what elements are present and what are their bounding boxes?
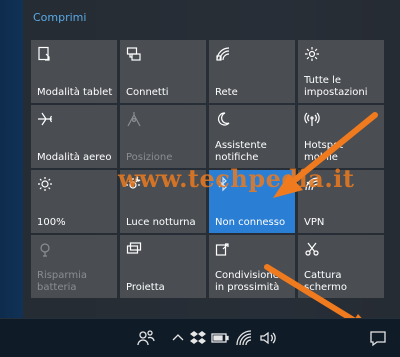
volume-icon[interactable] [258, 328, 278, 348]
wifi-icon[interactable] [234, 328, 254, 348]
chevron-up-icon[interactable] [168, 328, 188, 348]
network-icon [215, 46, 231, 62]
annotation-arrow-bluetooth [273, 112, 378, 198]
notification-icon [368, 328, 388, 348]
project-icon [126, 241, 142, 257]
gear-icon [304, 46, 320, 62]
moon-icon [215, 111, 231, 127]
tile-location[interactable]: Posizione [120, 105, 206, 168]
tile-label: Rete [215, 87, 238, 98]
action-center-button[interactable] [356, 319, 400, 357]
tile-network[interactable]: Rete [209, 40, 295, 103]
tile-connect[interactable]: Connetti [120, 40, 206, 103]
tile-label: Risparmia batteria [37, 270, 87, 293]
tile-brightness[interactable]: 100% [31, 170, 117, 233]
nearby-sharing-icon [215, 241, 231, 257]
tile-all-settings[interactable]: Tutte le impostazioni [298, 40, 384, 103]
tile-label: Tutte le impostazioni [304, 75, 368, 98]
tile-label: VPN [304, 217, 325, 228]
tablet-mode-icon [37, 46, 53, 62]
taskbar [0, 318, 400, 357]
tile-label: Luce notturna [126, 217, 196, 228]
connect-icon [126, 46, 142, 62]
location-icon [126, 111, 142, 127]
collapse-link[interactable]: Comprimi [33, 11, 86, 24]
tile-label: Modalità tablet [37, 87, 113, 98]
tile-project[interactable]: Proietta [120, 235, 206, 298]
people-icon[interactable] [136, 328, 156, 348]
tile-label: Modalità aereo [37, 152, 112, 163]
tile-label: Connetti [126, 87, 169, 98]
tile-label: Non connesso [215, 217, 286, 228]
tile-tablet-mode[interactable]: Modalità tablet [31, 40, 117, 103]
tile-label: Posizione [126, 152, 173, 163]
battery-saver-icon [37, 241, 53, 257]
tile-airplane-mode[interactable]: Modalità aereo [31, 105, 117, 168]
tile-battery-saver[interactable]: Risparmia batteria [31, 235, 117, 298]
battery-icon[interactable] [210, 328, 230, 348]
screen-snip-icon [304, 241, 320, 257]
tile-label: 100% [37, 217, 66, 228]
tile-label: Proietta [126, 282, 165, 293]
dropbox-icon[interactable] [188, 328, 208, 348]
airplane-icon [37, 111, 53, 127]
brightness-icon [37, 176, 53, 192]
